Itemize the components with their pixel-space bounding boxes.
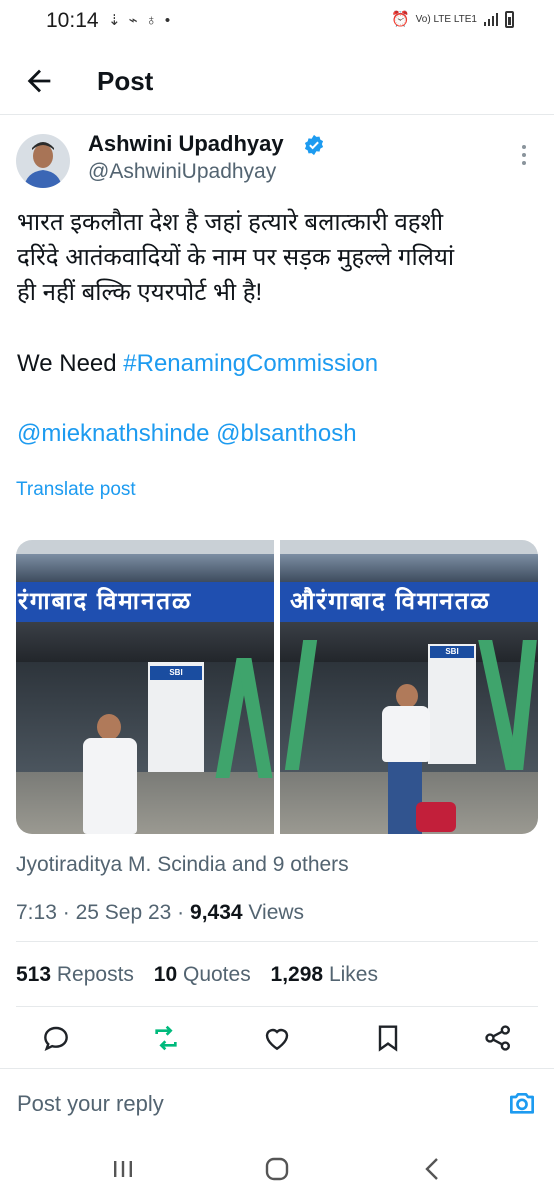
system-nav-bar — [0, 1140, 554, 1200]
header-divider — [0, 114, 554, 115]
likes-label: Likes — [328, 963, 378, 986]
author-name[interactable]: Ashwini Upadhyay — [88, 131, 284, 157]
meta-divider — [16, 941, 538, 942]
recents-icon[interactable] — [108, 1154, 138, 1184]
share-icon[interactable] — [482, 1022, 514, 1054]
airport-sign: औरंगाबाद विमानतळ — [280, 582, 538, 622]
reply-composer[interactable]: Post your reply — [0, 1068, 554, 1137]
status-bar: 10:14 ⇣ ⌁ ♁ • ⏰ Vo) LTE LTE1 — [0, 0, 554, 44]
status-left-icons: ⇣ ⌁ ♁ • — [108, 11, 171, 30]
post-photo[interactable]: औरंगाबाद विमानतळ SBI — [280, 540, 538, 834]
post-text-line: भारत इकलौता देश है जहां हत्यारे बलात्कार… — [17, 209, 444, 236]
post-date: 25 Sep 23 — [75, 901, 172, 924]
post-time: 7:13 — [16, 901, 57, 924]
bookmark-icon[interactable] — [372, 1022, 404, 1054]
signal-icon — [484, 13, 498, 26]
hashtag-link[interactable]: #RenamingCommission — [123, 350, 378, 377]
reposts-stat[interactable]: 513 Reposts — [16, 963, 134, 986]
translate-link[interactable]: Translate post — [16, 479, 136, 501]
sbi-sign: SBI — [150, 666, 202, 680]
repost-icon[interactable] — [150, 1022, 182, 1054]
post-photo[interactable]: रंगाबाद विमानतळ SBI — [16, 540, 274, 834]
battery-icon — [505, 10, 514, 28]
mention-link[interactable]: @mieknathshinde — [17, 420, 209, 447]
reply-input[interactable]: Post your reply — [17, 1091, 164, 1117]
post-text-line: दरिंदे आतंकवादियों के नाम पर सड़क मुहल्ल… — [17, 244, 455, 271]
author-handle[interactable]: @AshwiniUpadhyay — [88, 160, 276, 184]
avatar[interactable] — [16, 134, 70, 188]
luggage — [416, 802, 456, 832]
network-label: Vo) LTE LTE1 — [415, 13, 477, 25]
post-text-line: ही नहीं बल्कि एयरपोर्ट भी है! — [17, 279, 263, 306]
quotes-stat[interactable]: 10 Quotes — [154, 963, 251, 986]
mention-link[interactable]: @blsanthosh — [216, 420, 356, 447]
post-meta: 7:13 · 25 Sep 23 · 9,434 Views — [16, 901, 304, 925]
reply-icon[interactable] — [40, 1022, 72, 1054]
camera-icon[interactable] — [506, 1087, 538, 1119]
home-icon[interactable] — [262, 1154, 292, 1184]
airport-sign: रंगाबाद विमानतळ — [16, 582, 274, 622]
post-media: रंगाबाद विमानतळ SBI औरंगाबाद विमानतळ SBI — [16, 540, 538, 834]
like-icon[interactable] — [261, 1022, 293, 1054]
views-label: Views — [248, 901, 305, 924]
meta-separator: · — [177, 901, 185, 924]
quotes-label: Quotes — [182, 963, 251, 986]
quotes-count: 10 — [153, 963, 178, 986]
post-text: भारत इकलौता देश है जहां हत्यारे बलात्कार… — [17, 205, 537, 451]
page-title: Post — [97, 66, 154, 96]
app-bar: Post — [0, 58, 554, 108]
notification-icon: ⇣ — [108, 12, 121, 29]
post-stats: 513 Reposts 10 Quotes 1,298 Likes — [16, 963, 392, 987]
views-count: 9,434 — [190, 901, 243, 924]
back-icon[interactable] — [418, 1154, 448, 1184]
status-time: 10:14 — [46, 9, 99, 32]
action-bar — [0, 1022, 554, 1056]
stats-divider — [16, 1006, 538, 1007]
likes-stat[interactable]: 1,298 Likes — [271, 963, 378, 986]
alarm-icon: ⏰ — [390, 11, 410, 28]
need-text: We Need — [17, 350, 124, 377]
gallery-icon: ♁ — [145, 11, 157, 29]
verified-badge-icon — [304, 134, 324, 156]
meta-separator: · — [62, 901, 70, 924]
status-right: ⏰ Vo) LTE LTE1 — [391, 10, 514, 28]
sbi-sign: SBI — [430, 646, 474, 658]
liked-by-text[interactable]: Jyotiraditya M. Scindia and 9 others — [16, 853, 349, 877]
dot-icon: • — [164, 11, 171, 29]
more-options-icon[interactable] — [522, 145, 526, 165]
reposts-count: 513 — [16, 963, 52, 986]
likes-count: 1,298 — [270, 963, 324, 986]
data-icon: ⌁ — [128, 12, 138, 29]
reposts-label: Reposts — [56, 963, 134, 986]
arrow-left-icon[interactable] — [22, 64, 56, 98]
